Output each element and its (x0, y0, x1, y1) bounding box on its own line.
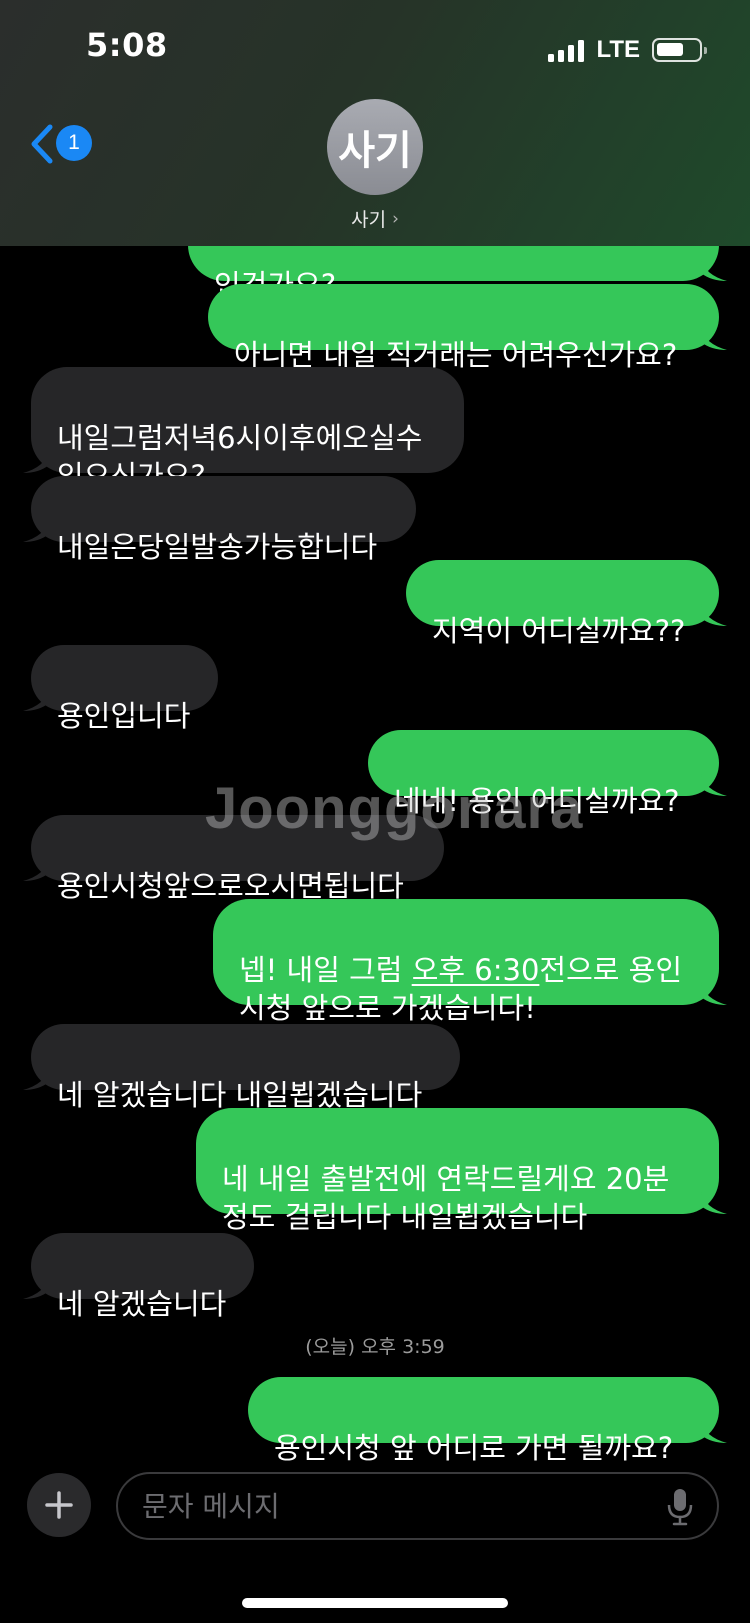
network-label: LTE (596, 36, 640, 63)
message-bubble-outgoing[interactable]: 용인시청 앞 어디로 가면 될까요? (248, 1377, 727, 1465)
back-chevron-icon (31, 124, 53, 164)
microphone-icon[interactable] (666, 1488, 694, 1526)
message-bubble-outgoing[interactable]: 네 내일 출발전에 연락드릴게요 20분 정도 걸립니다 내일뵙겠습니다 (196, 1108, 727, 1234)
status-time: 5:08 (86, 26, 168, 64)
message-bubble-incoming[interactable]: 용인입니다 (23, 645, 218, 733)
timestamp: (오늘) 오후 3:59 (305, 1336, 445, 1358)
time-link[interactable]: 오후 6:30 (412, 953, 540, 987)
contact-name[interactable]: 사기 › (0, 205, 750, 232)
battery-icon (652, 38, 707, 62)
message-bubble-outgoing[interactable]: 네네! 용인 어디실까요? (368, 730, 727, 818)
apps-plus-button[interactable] (27, 1473, 91, 1537)
message-bubble-outgoing[interactable]: 넵! 내일 그럼 오후 6:30전으로 용인 시청 앞으로 가겠습니다! (213, 899, 727, 1025)
message-bubble-incoming[interactable]: 내일그럼저녁6시이후에오실수 있으신가요? (23, 367, 464, 493)
message-bubble-outgoing[interactable]: 지역이 어디실까요?? (406, 560, 727, 648)
status-indicators: LTE (548, 36, 707, 64)
plus-icon (45, 1491, 73, 1519)
message-bubble-incoming[interactable]: 네 알겠습니다 내일뵙겠습니다 (23, 1024, 460, 1112)
message-bubble-incoming[interactable]: 네 알겠습니다 (23, 1233, 254, 1321)
unread-badge: 1 (56, 125, 92, 161)
message-bubble-outgoing[interactable]: 아니면 내일 직거래는 어려우신가요? (208, 284, 727, 372)
message-bubble-incoming[interactable]: 내일은당일발송가능합니다 (23, 476, 416, 564)
home-indicator[interactable] (242, 1598, 508, 1608)
message-input[interactable] (116, 1472, 719, 1540)
signal-icon (548, 38, 585, 62)
back-button[interactable]: 1 (30, 120, 96, 168)
message-bubble-incoming[interactable]: 용인시청앞으로오시면됩니다 (23, 815, 444, 903)
conversation-header: 5:08 LTE 1 사기 사기 › (0, 0, 750, 246)
contact-avatar[interactable]: 사기 (327, 99, 423, 195)
chevron-right-icon: › (392, 208, 399, 229)
